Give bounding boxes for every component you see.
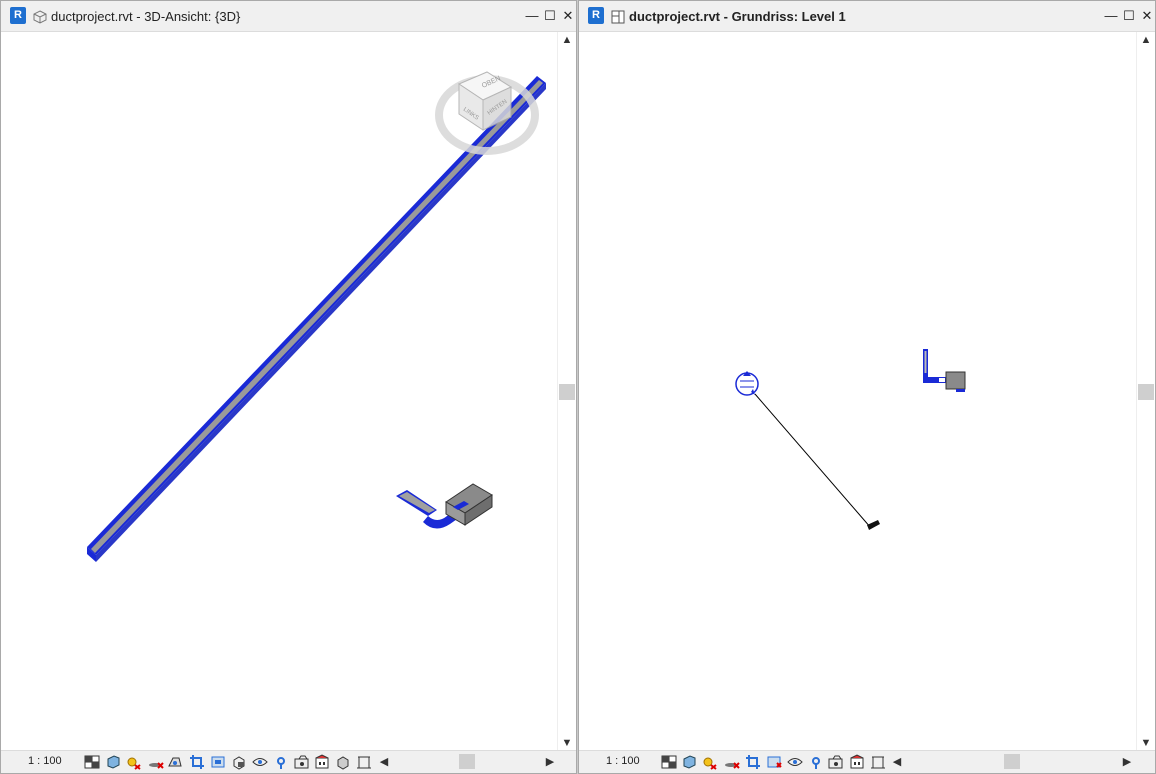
view-control-bar: 1 : 100 ◀ ▶	[579, 750, 1155, 773]
reveal-constraints-icon[interactable]	[870, 754, 886, 770]
show-crop-icon[interactable]	[766, 754, 782, 770]
unlock-3d-icon[interactable]	[231, 754, 247, 770]
drawing-area-plan[interactable]	[581, 32, 1136, 751]
vertical-scrollbar[interactable]: ▲ ▼	[1136, 32, 1155, 751]
crop-view-icon[interactable]	[745, 754, 761, 770]
3d-view-icon	[33, 10, 47, 24]
highlight-displacement-icon[interactable]	[335, 754, 351, 770]
view-title: ductproject.rvt - 3D-Ansicht: {3D}	[51, 9, 241, 24]
scroll-down-icon[interactable]: ▼	[1137, 735, 1155, 751]
plan-duct-assembly[interactable]	[923, 349, 966, 392]
scroll-down-icon[interactable]: ▼	[558, 735, 576, 751]
scroll-left-icon[interactable]: ◀	[891, 754, 903, 770]
temporary-hide-icon[interactable]	[787, 754, 803, 770]
view-control-bar: 1 : 100 ◀ ▶	[1, 750, 576, 773]
reveal-hidden-icon[interactable]	[808, 754, 824, 770]
crop-view-icon[interactable]	[189, 754, 205, 770]
reveal-constraints-icon[interactable]	[356, 754, 372, 770]
shadows-icon[interactable]	[148, 754, 164, 770]
view-scale[interactable]: 1 : 100	[606, 755, 640, 767]
revit-app-icon: R	[588, 7, 604, 24]
close-button[interactable]: ✕	[1139, 8, 1155, 24]
duct-fitting-assembly[interactable]	[396, 483, 493, 529]
visual-style-icon[interactable]	[681, 754, 697, 770]
drawing-area-3d[interactable]: OBEN LINKS HINTEN	[3, 32, 557, 751]
scroll-right-icon[interactable]: ▶	[1121, 754, 1133, 770]
horizontal-scroll-thumb[interactable]	[459, 754, 475, 769]
3d-model-canvas[interactable]: OBEN LINKS HINTEN	[3, 32, 559, 753]
analytical-icon[interactable]	[314, 754, 330, 770]
maximize-button[interactable]: ☐	[542, 8, 558, 24]
render-icon[interactable]	[167, 754, 183, 770]
view-scale[interactable]: 1 : 100	[28, 755, 62, 767]
view-window-3d[interactable]: R ductproject.rvt - 3D-Ansicht: {3D} — ☐…	[0, 0, 577, 774]
elevation-marker[interactable]	[735, 371, 759, 396]
detail-level-icon[interactable]	[84, 754, 100, 770]
horizontal-scroll-thumb[interactable]	[1004, 754, 1020, 769]
scroll-thumb[interactable]	[1138, 384, 1154, 400]
close-button[interactable]: ✕	[560, 8, 576, 24]
minimize-button[interactable]: —	[1103, 8, 1119, 24]
maximize-button[interactable]: ☐	[1121, 8, 1137, 24]
shadows-icon[interactable]	[724, 754, 740, 770]
section-end-marker[interactable]	[867, 520, 880, 530]
scroll-up-icon[interactable]: ▲	[1137, 32, 1155, 48]
floor-plan-view-icon	[611, 10, 625, 24]
sun-path-icon[interactable]	[701, 754, 717, 770]
section-line[interactable]	[754, 393, 872, 529]
scroll-right-icon[interactable]: ▶	[544, 754, 556, 770]
visual-style-icon[interactable]	[105, 754, 121, 770]
scroll-left-icon[interactable]: ◀	[378, 754, 390, 770]
reveal-hidden-icon[interactable]	[273, 754, 289, 770]
vertical-scrollbar[interactable]: ▲ ▼	[557, 32, 576, 751]
window-titlebar[interactable]: R ductproject.rvt - Grundriss: Level 1 —…	[579, 1, 1155, 32]
worksharing-icon[interactable]	[294, 754, 310, 770]
revit-app-icon: R	[10, 7, 26, 24]
plan-canvas[interactable]	[581, 32, 1138, 753]
view-window-floor-plan[interactable]: R ductproject.rvt - Grundriss: Level 1 —…	[578, 0, 1156, 774]
scroll-up-icon[interactable]: ▲	[558, 32, 576, 48]
minimize-button[interactable]: —	[524, 8, 540, 24]
sun-path-icon[interactable]	[125, 754, 141, 770]
analytical-icon[interactable]	[849, 754, 865, 770]
worksharing-icon[interactable]	[828, 754, 844, 770]
detail-level-icon[interactable]	[661, 754, 677, 770]
window-titlebar[interactable]: R ductproject.rvt - 3D-Ansicht: {3D} — ☐…	[1, 1, 576, 32]
scroll-thumb[interactable]	[559, 384, 575, 400]
temporary-hide-icon[interactable]	[252, 754, 268, 770]
show-crop-icon[interactable]	[210, 754, 226, 770]
view-title: ductproject.rvt - Grundriss: Level 1	[629, 9, 846, 24]
